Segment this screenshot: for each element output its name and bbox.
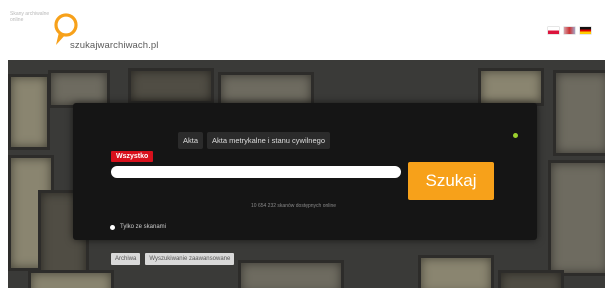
- footer-actions: Archiwa Wyszukiwanie zaawansowane: [111, 253, 235, 265]
- language-switcher: [548, 27, 591, 34]
- search-scope-badge[interactable]: Wszystko: [111, 151, 154, 162]
- background-document: [498, 270, 564, 288]
- site-brand[interactable]: szukajwarchiwach.pl: [70, 40, 159, 51]
- only-with-scans-label: Tylko ze skanami: [120, 224, 167, 230]
- flag-pl-icon[interactable]: [548, 27, 559, 34]
- flag-en-icon[interactable]: [564, 27, 575, 34]
- status-indicator: [513, 133, 518, 138]
- background-document: [218, 72, 314, 106]
- search-button[interactable]: Szukaj: [408, 162, 494, 200]
- archives-button[interactable]: Archiwa: [111, 253, 141, 265]
- site-tagline: Skany archiwalne online: [10, 11, 50, 23]
- background-document: [553, 70, 605, 156]
- background-document: [28, 270, 114, 288]
- hero-banner: Akta Akta metrykalne i stanu cywilnego W…: [8, 60, 605, 288]
- background-document: [548, 160, 605, 276]
- flag-de-icon[interactable]: [580, 27, 591, 34]
- search-input[interactable]: [111, 166, 401, 178]
- site-header: Skany archiwalne online szukajwarchiwach…: [0, 0, 605, 60]
- background-document: [238, 260, 344, 288]
- tab-akta-metrykalne[interactable]: Akta metrykalne i stanu cywilnego: [207, 132, 330, 149]
- checkbox-icon[interactable]: [110, 224, 115, 230]
- search-tabs: Akta Akta metrykalne i stanu cywilnego: [178, 132, 330, 149]
- background-document: [418, 255, 494, 288]
- tab-akta[interactable]: Akta: [178, 132, 204, 149]
- scan-count: 10 654 232 skanów dostępnych online: [251, 203, 337, 209]
- background-document: [128, 68, 214, 104]
- background-document: [478, 68, 544, 106]
- background-document: [8, 74, 50, 150]
- only-with-scans-toggle[interactable]: Tylko ze skanami: [110, 224, 166, 230]
- search-panel: Akta Akta metrykalne i stanu cywilnego W…: [73, 103, 537, 240]
- advanced-search-button[interactable]: Wyszukiwanie zaawansowane: [145, 253, 235, 265]
